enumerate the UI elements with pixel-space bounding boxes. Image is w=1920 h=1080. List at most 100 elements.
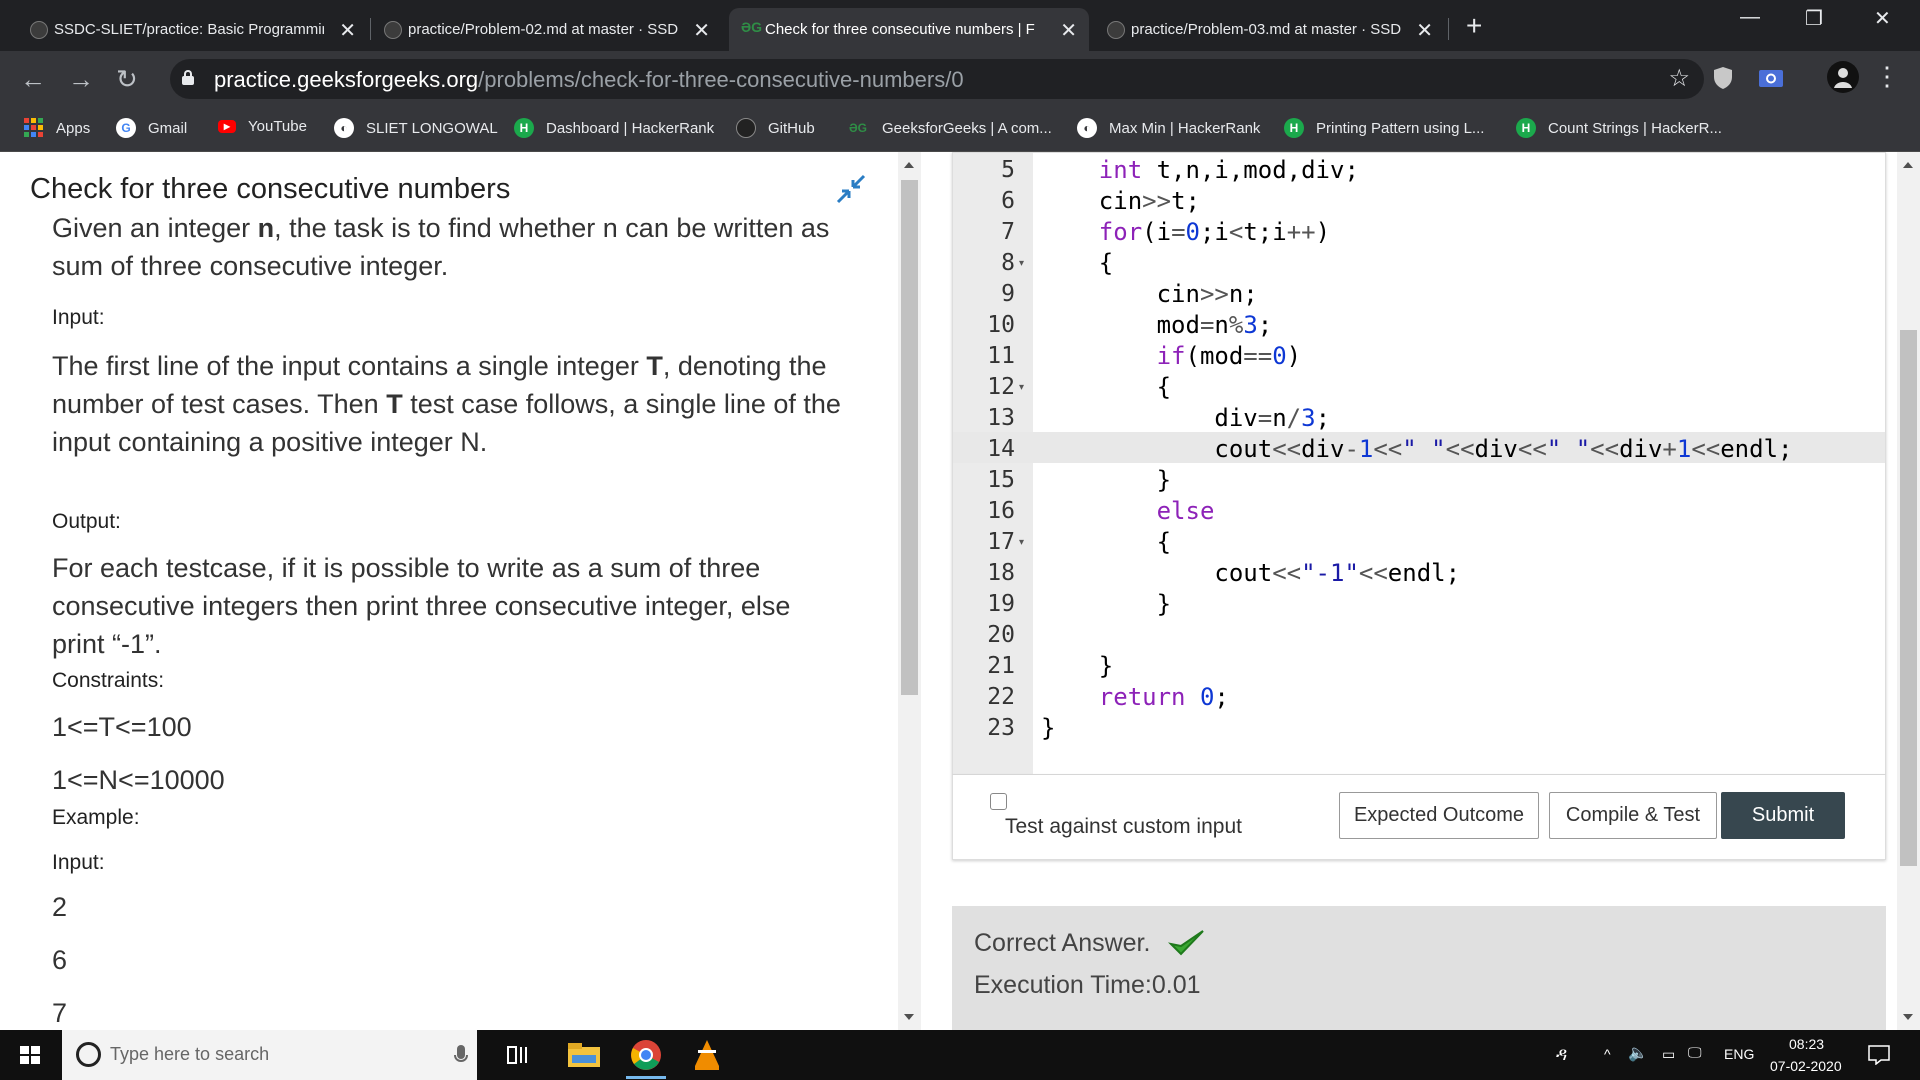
- code-line[interactable]: div=n/3;: [1041, 404, 1330, 432]
- bookmark-maxmin[interactable]: ◐ Max Min | HackerRank: [1077, 118, 1260, 138]
- code-line[interactable]: int t,n,i,mod,div;: [1041, 156, 1359, 184]
- restore-button[interactable]: ❐: [1805, 6, 1823, 31]
- shield-extension-icon[interactable]: [1713, 66, 1733, 90]
- code-line[interactable]: }: [1041, 590, 1171, 618]
- page-scrollbar[interactable]: [1897, 152, 1920, 1030]
- profile-avatar[interactable]: [1826, 60, 1860, 94]
- code-line[interactable]: if(mod==0): [1041, 342, 1302, 370]
- network-icon[interactable]: 🖵: [1688, 1044, 1702, 1061]
- close-tab-icon[interactable]: ✕: [1060, 18, 1077, 43]
- minimize-button[interactable]: —: [1740, 6, 1760, 29]
- scrollbar-thumb[interactable]: [901, 180, 918, 695]
- custom-input-checkbox[interactable]: [990, 793, 1007, 810]
- tab-problem-03[interactable]: practice/Problem-03.md at master · SSD ✕: [1095, 8, 1445, 51]
- collapse-panel-icon[interactable]: [836, 174, 866, 204]
- code-editor[interactable]: 5 6 7 8 ▾ 9 10 11 12 ▾ 13 14 15 16 17 ▾ 18 19 20 21 22 23 int…: [952, 152, 1886, 775]
- input-text: The first line of the input contains a s…: [52, 351, 647, 381]
- battery-icon[interactable]: ▭: [1662, 1046, 1675, 1063]
- language-indicator[interactable]: ENG: [1724, 1046, 1754, 1062]
- forward-arrow-icon[interactable]: →: [68, 64, 94, 95]
- code-line[interactable]: else: [1041, 497, 1215, 525]
- bookmark-apps[interactable]: Apps: [24, 118, 90, 138]
- globe-icon: ◐: [1077, 118, 1097, 138]
- code-line[interactable]: {: [1041, 373, 1171, 401]
- close-window-button[interactable]: ✕: [1874, 6, 1891, 31]
- chrome-icon[interactable]: [630, 1039, 662, 1071]
- bookmark-github[interactable]: GitHub: [736, 118, 815, 138]
- people-icon[interactable]: ዳ: [1556, 1044, 1567, 1065]
- bookmark-label: Printing Pattern using L...: [1316, 119, 1485, 137]
- example-value: 7: [52, 998, 68, 1028]
- tab-check-consecutive[interactable]: ƏG Check for three consecutive numbers |…: [729, 8, 1089, 51]
- scrollbar-thumb[interactable]: [1900, 330, 1917, 866]
- fold-arrow-icon[interactable]: ▾: [1019, 258, 1024, 269]
- line-number: 7: [1001, 219, 1015, 245]
- file-explorer-icon[interactable]: [568, 1043, 600, 1067]
- microphone-icon[interactable]: [454, 1045, 468, 1067]
- code-line[interactable]: cin>>t;: [1041, 187, 1200, 215]
- taskbar-search[interactable]: Type here to search: [62, 1030, 477, 1080]
- bookmark-sliet[interactable]: ◐ SLIET LONGOWAL: [334, 118, 498, 138]
- menu-icon[interactable]: ⋮: [1874, 61, 1900, 92]
- line-number: 21: [987, 653, 1015, 679]
- line-number: 14: [987, 436, 1015, 462]
- tab-separator: [1448, 18, 1449, 40]
- bookmark-gmail[interactable]: G Gmail: [116, 118, 187, 138]
- close-tab-icon[interactable]: ✕: [339, 18, 356, 43]
- task-view-icon[interactable]: [507, 1045, 529, 1065]
- problem-statement: Given an integer n, the task is to find …: [52, 209, 852, 285]
- clock-time[interactable]: 08:23: [1789, 1036, 1824, 1052]
- camera-extension-icon[interactable]: [1758, 66, 1784, 88]
- youtube-icon: ▶: [218, 120, 236, 133]
- bookmark-star-icon[interactable]: ☆: [1668, 64, 1690, 93]
- scroll-up-arrow-icon[interactable]: [904, 162, 914, 168]
- close-tab-icon[interactable]: ✕: [1416, 18, 1433, 43]
- bookmark-hackerrank-dashboard[interactable]: H Dashboard | HackerRank: [514, 118, 714, 138]
- apps-icon: [24, 118, 43, 137]
- code-line[interactable]: {: [1041, 528, 1171, 556]
- new-tab-button[interactable]: +: [1466, 10, 1482, 42]
- url-text[interactable]: practice.geeksforgeeks.org/problems/chec…: [214, 67, 964, 93]
- tab-problem-02[interactable]: practice/Problem-02.md at master · SSD ✕: [372, 8, 722, 51]
- problem-scrollbar[interactable]: [898, 152, 921, 1030]
- line-number: 6: [1001, 188, 1015, 214]
- back-arrow-icon[interactable]: ←: [20, 64, 46, 95]
- close-tab-icon[interactable]: ✕: [693, 18, 710, 43]
- code-line[interactable]: mod=n%3;: [1041, 311, 1273, 339]
- bookmark-youtube[interactable]: ▶ YouTube: [218, 118, 307, 135]
- code-line[interactable]: for(i=0;i<t;i++): [1041, 218, 1330, 246]
- fold-arrow-icon[interactable]: ▾: [1019, 537, 1024, 548]
- tab-separator: [370, 18, 371, 40]
- scroll-up-arrow-icon[interactable]: [1903, 162, 1913, 168]
- bookmark-label: Dashboard | HackerRank: [546, 119, 715, 137]
- address-bar[interactable]: practice.geeksforgeeks.org/problems/chec…: [170, 59, 1704, 99]
- bookmark-count-strings[interactable]: H Count Strings | HackerR...: [1516, 118, 1722, 138]
- windows-start-icon[interactable]: [20, 1046, 40, 1064]
- scroll-down-arrow-icon[interactable]: [1903, 1014, 1913, 1020]
- show-hidden-icons-icon[interactable]: ^: [1604, 1046, 1611, 1062]
- code-line[interactable]: {: [1041, 249, 1113, 277]
- code-line[interactable]: cout<<"-1"<<endl;: [1041, 559, 1460, 587]
- scroll-down-arrow-icon[interactable]: [904, 1014, 914, 1020]
- notification-icon[interactable]: [1868, 1045, 1890, 1065]
- code-line[interactable]: }: [1041, 652, 1113, 680]
- volume-icon[interactable]: 🔈: [1628, 1043, 1648, 1063]
- bookmark-geeksforgeeks[interactable]: ƏG GeeksforGeeks | A com...: [846, 118, 1052, 138]
- code-line[interactable]: }: [1041, 466, 1171, 494]
- vlc-icon[interactable]: [693, 1040, 721, 1070]
- submit-button[interactable]: Submit: [1721, 792, 1845, 839]
- url-host: practice.geeksforgeeks.org: [214, 67, 479, 92]
- code-line[interactable]: return 0;: [1041, 683, 1229, 711]
- output-description: For each testcase, if it is possible to …: [52, 553, 791, 659]
- reload-icon[interactable]: ↻: [116, 64, 138, 95]
- compile-test-button[interactable]: Compile & Test: [1549, 792, 1717, 839]
- tab-ssdc-practice[interactable]: SSDC-SLIET/practice: Basic Programmin ✕: [18, 8, 368, 51]
- bookmark-printing-pattern[interactable]: H Printing Pattern using L...: [1284, 118, 1484, 138]
- expected-outcome-button[interactable]: Expected Outcome: [1339, 792, 1539, 839]
- clock-date[interactable]: 07-02-2020: [1770, 1058, 1842, 1074]
- editor-action-bar: Test against custom input Expected Outco…: [952, 775, 1886, 860]
- code-line[interactable]: }: [1041, 714, 1055, 742]
- fold-arrow-icon[interactable]: ▾: [1019, 382, 1024, 393]
- code-line[interactable]: cout<<div-1<<" "<<div<<" "<<div+1<<endl;: [1041, 435, 1792, 463]
- code-line[interactable]: cin>>n;: [1041, 280, 1258, 308]
